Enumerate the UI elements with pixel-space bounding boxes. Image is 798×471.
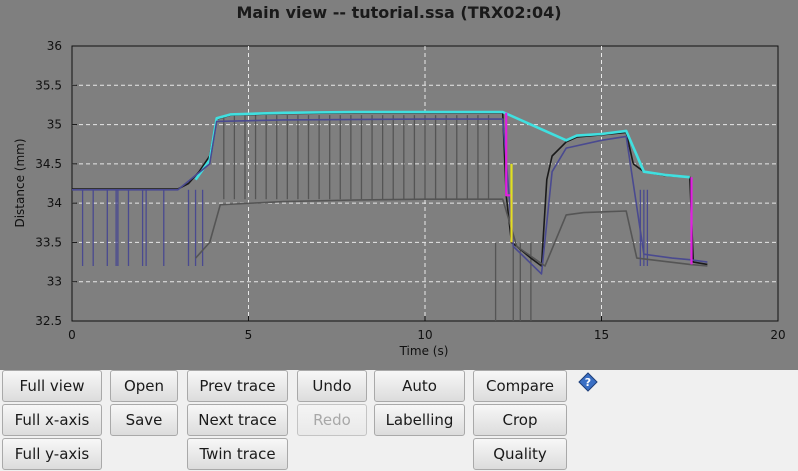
auto-button[interactable]: Auto xyxy=(374,370,465,402)
help-icon[interactable]: ? xyxy=(578,372,598,392)
x-tick-label: 5 xyxy=(245,328,253,342)
y-tick-label: 35 xyxy=(47,118,62,132)
y-tick-label: 34 xyxy=(47,196,62,210)
y-tick-label: 32.5 xyxy=(35,314,62,328)
chart-title: Main view -- tutorial.ssa (TRX02:04) xyxy=(236,3,561,22)
save-button[interactable]: Save xyxy=(110,404,178,436)
crop-button[interactable]: Crop xyxy=(473,404,567,436)
redo-button[interactable]: Redo xyxy=(297,404,367,436)
twin-trace-button[interactable]: Twin trace xyxy=(187,438,288,470)
x-tick-label: 10 xyxy=(417,328,432,342)
y-tick-label: 34.5 xyxy=(35,157,62,171)
full-y-axis-button[interactable]: Full y-axis xyxy=(2,438,102,470)
prev-trace-button[interactable]: Prev trace xyxy=(187,370,288,402)
x-tick-label: 0 xyxy=(68,328,76,342)
y-tick-label: 33.5 xyxy=(35,235,62,249)
y-axis-label: Distance (mm) xyxy=(13,138,27,227)
svg-text:?: ? xyxy=(585,376,591,389)
undo-button[interactable]: Undo xyxy=(297,370,367,402)
x-tick-label: 15 xyxy=(594,328,609,342)
open-button[interactable]: Open xyxy=(110,370,178,402)
chart-svg[interactable]: Main view -- tutorial.ssa (TRX02:04) 0 5 1… xyxy=(0,0,798,370)
next-trace-button[interactable]: Next trace xyxy=(187,404,288,436)
full-x-axis-button[interactable]: Full x-axis xyxy=(2,404,102,436)
x-axis-label: Time (s) xyxy=(399,344,449,358)
compare-button[interactable]: Compare xyxy=(473,370,567,402)
plot-area[interactable]: Main view -- tutorial.ssa (TRX02:04) 0 5 1… xyxy=(0,0,798,370)
full-view-button[interactable]: Full view xyxy=(2,370,102,402)
quality-button[interactable]: Quality xyxy=(473,438,567,470)
x-tick-label: 20 xyxy=(770,328,785,342)
y-tick-label: 36 xyxy=(47,39,62,53)
y-tick-label: 33 xyxy=(47,275,62,289)
y-tick-label: 35.5 xyxy=(35,78,62,92)
labelling-button[interactable]: Labelling xyxy=(374,404,465,436)
